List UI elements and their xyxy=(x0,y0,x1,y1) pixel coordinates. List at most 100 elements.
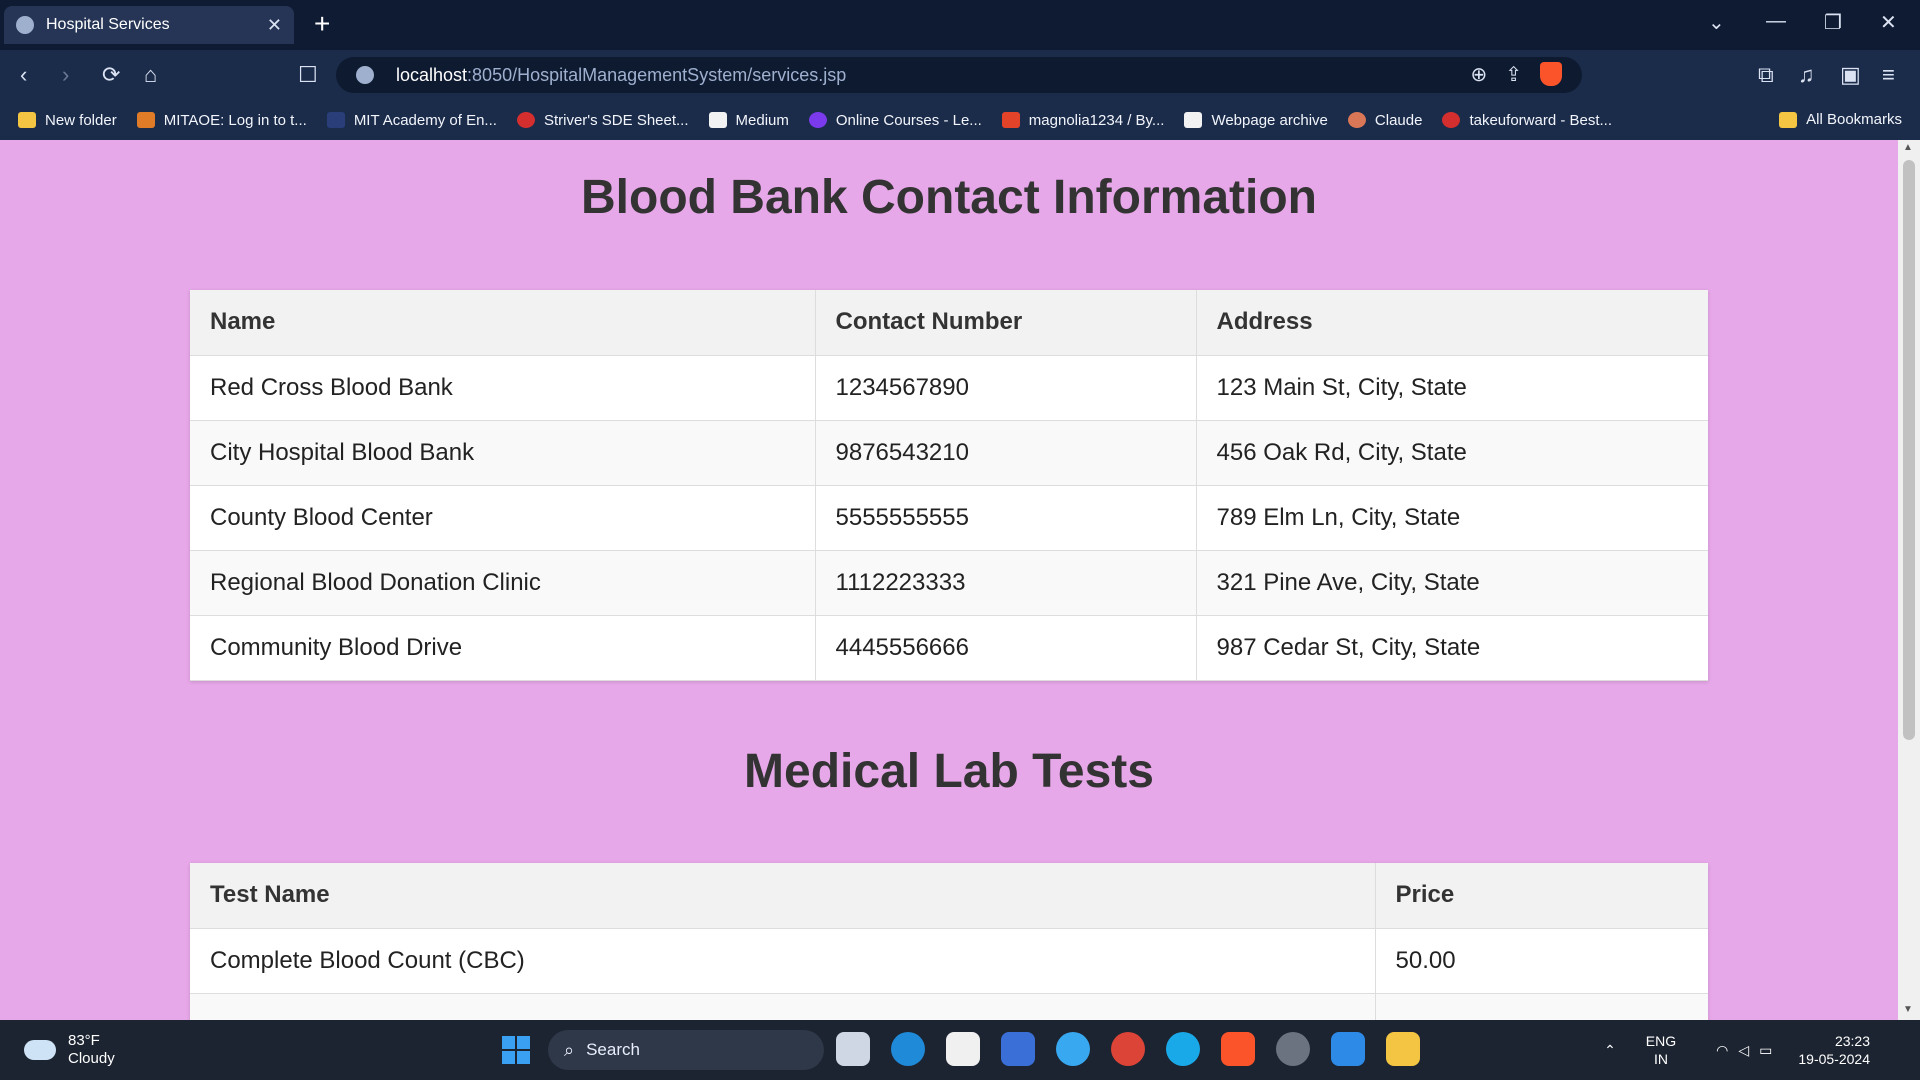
minimize-icon[interactable]: — xyxy=(1766,10,1786,33)
cell-address: 321 Pine Ave, City, State xyxy=(1196,550,1708,616)
bookmark-striver[interactable]: Striver's SDE Sheet... xyxy=(516,112,689,129)
bookmark-mitaoe[interactable]: MITAOE: Log in to t... xyxy=(136,112,307,129)
bookmark-new-folder[interactable]: New folder xyxy=(18,112,117,129)
settings-icon[interactable] xyxy=(1276,1032,1310,1066)
close-tab-icon[interactable]: ✕ xyxy=(267,15,282,36)
table-row: City Hospital Blood Bank 9876543210 456 … xyxy=(190,420,1708,486)
file-explorer-icon[interactable] xyxy=(1386,1032,1420,1066)
table-row: Community Blood Drive 4445556666 987 Ced… xyxy=(190,615,1708,681)
archive-icon xyxy=(1184,112,1203,128)
bookmark-magnolia[interactable]: magnolia1234 / By... xyxy=(1001,112,1164,129)
extensions-icon[interactable]: ⧉ xyxy=(1758,62,1774,88)
bookmark-icon[interactable]: ☐ xyxy=(298,62,318,88)
weather-widget[interactable]: 83°F Cloudy xyxy=(24,1032,115,1068)
bookmark-webpage-archive[interactable]: Webpage archive xyxy=(1184,112,1328,129)
back-icon[interactable]: ‹ xyxy=(20,62,27,88)
chrome-icon[interactable] xyxy=(1111,1032,1145,1066)
brave-shields-icon[interactable] xyxy=(1540,62,1562,86)
bookmark-mit-academy[interactable]: MIT Academy of En... xyxy=(326,112,497,129)
url-path: :8050/HospitalManagementSystem/services.… xyxy=(467,64,847,85)
help-icon[interactable] xyxy=(1056,1032,1090,1066)
weather-temperature: 83°F xyxy=(68,1032,100,1049)
page-content: Blood Bank Contact Information Name Cont… xyxy=(0,140,1898,1020)
restore-icon[interactable]: ❐ xyxy=(1824,10,1842,35)
wifi-icon[interactable]: ◠ xyxy=(1716,1042,1728,1059)
column-header-address: Address xyxy=(1196,290,1708,356)
zoom-icon[interactable]: ⊕ xyxy=(1470,62,1487,87)
cell-address: 987 Cedar St, City, State xyxy=(1196,615,1708,681)
windows-taskbar: 83°F Cloudy ⌕ Search ⌃ ENG IN ◠ ◁ ▭ 23:2… xyxy=(0,1020,1920,1080)
tab-title: Hospital Services xyxy=(46,16,170,33)
sidebar-icon[interactable]: ▣ xyxy=(1840,62,1861,88)
folder-icon xyxy=(18,112,36,128)
edge-icon[interactable] xyxy=(891,1032,925,1066)
scrollbar-thumb[interactable] xyxy=(1903,160,1915,740)
menu-icon[interactable]: ≡ xyxy=(1882,62,1895,88)
table-header-row: Name Contact Number Address xyxy=(190,290,1708,356)
search-icon: ⌕ xyxy=(564,1039,575,1060)
bookmarks-bar: New folder MITAOE: Log in to t... MIT Ac… xyxy=(0,100,1920,140)
share-icon[interactable]: ⇪ xyxy=(1505,62,1522,87)
column-header-contact: Contact Number xyxy=(815,290,1197,356)
task-view-icon[interactable] xyxy=(836,1032,870,1066)
clock[interactable]: 23:23 19-05-2024 xyxy=(1798,1032,1870,1068)
forward-icon[interactable]: › xyxy=(62,62,69,88)
mit-icon xyxy=(326,112,345,128)
start-button[interactable] xyxy=(502,1036,530,1064)
bookmark-medium[interactable]: Medium xyxy=(708,112,789,129)
close-window-icon[interactable]: ✕ xyxy=(1880,10,1897,35)
cortana-icon[interactable] xyxy=(1166,1032,1200,1066)
courses-icon xyxy=(808,112,827,128)
home-icon[interactable]: ⌂ xyxy=(144,62,157,88)
address-bar[interactable]: localhost:8050/HospitalManagementSystem/… xyxy=(336,57,1582,93)
battery-icon[interactable]: ▭ xyxy=(1759,1042,1772,1059)
new-tab-button[interactable]: + xyxy=(314,8,330,40)
all-bookmarks[interactable]: All Bookmarks xyxy=(1779,111,1902,128)
store-icon[interactable] xyxy=(946,1032,980,1066)
medium-icon xyxy=(708,112,727,128)
reload-icon[interactable]: ⟳ xyxy=(102,62,120,88)
site-info-icon[interactable] xyxy=(356,66,374,84)
cell-address: 789 Elm Ln, City, State xyxy=(1196,485,1708,551)
system-tray: ⌃ ENG IN ◠ ◁ ▭ 23:23 19-05-2024 xyxy=(1604,1020,1920,1080)
table-row xyxy=(190,993,1708,1020)
scroll-down-icon[interactable]: ▼ xyxy=(1903,1004,1913,1015)
claude-icon xyxy=(1347,112,1366,128)
media-icon[interactable]: ♫ xyxy=(1798,62,1815,88)
blood-bank-table: Name Contact Number Address Red Cross Bl… xyxy=(190,290,1708,681)
cell-price: 50.00 xyxy=(1375,928,1708,994)
mylp-icon[interactable] xyxy=(1001,1032,1035,1066)
lab-tests-table: Test Name Price Complete Blood Count (CB… xyxy=(190,863,1708,1020)
volume-icon[interactable]: ◁ xyxy=(1738,1042,1749,1059)
cloud-icon xyxy=(24,1040,56,1060)
show-hidden-icons-icon[interactable]: ⌃ xyxy=(1604,1042,1616,1059)
table-row: Red Cross Blood Bank 1234567890 123 Main… xyxy=(190,355,1708,421)
search-label: Search xyxy=(586,1040,640,1059)
cell-name: Regional Blood Donation Clinic xyxy=(190,550,816,616)
weather-condition: Cloudy xyxy=(68,1050,115,1067)
table-header-row: Test Name Price xyxy=(190,863,1708,929)
taskbar-search[interactable]: ⌕ Search xyxy=(548,1030,824,1070)
bookmark-claude[interactable]: Claude xyxy=(1347,112,1422,129)
vertical-scrollbar[interactable]: ▲ ▼ xyxy=(1898,140,1920,1020)
cell-name: Red Cross Blood Bank xyxy=(190,355,816,421)
mitaoe-icon xyxy=(136,112,155,128)
tuf-icon xyxy=(1442,112,1461,128)
language-indicator[interactable]: ENG IN xyxy=(1646,1032,1676,1068)
globe-icon xyxy=(16,16,34,34)
scroll-up-icon[interactable]: ▲ xyxy=(1903,142,1913,153)
lab-tests-heading: Medical Lab Tests xyxy=(744,745,1154,798)
cell-name: County Blood Center xyxy=(190,485,816,551)
bookmark-takeuforward[interactable]: takeuforward - Best... xyxy=(1442,112,1612,129)
bookmark-online-courses[interactable]: Online Courses - Le... xyxy=(808,112,982,129)
tab-search-chevron-icon[interactable]: ⌄ xyxy=(1708,10,1725,35)
cell-address: 123 Main St, City, State xyxy=(1196,355,1708,421)
cell-contact: 4445556666 xyxy=(815,615,1197,681)
brave-icon[interactable] xyxy=(1221,1032,1255,1066)
browser-titlebar: Hospital Services ✕ + ⌄ — ❐ ✕ xyxy=(0,0,1920,50)
column-header-price: Price xyxy=(1375,863,1708,929)
table-row: County Blood Center 5555555555 789 Elm L… xyxy=(190,485,1708,551)
tab-hospital-services[interactable]: Hospital Services ✕ xyxy=(4,6,294,44)
notepad-icon[interactable] xyxy=(1331,1032,1365,1066)
cell-address: 456 Oak Rd, City, State xyxy=(1196,420,1708,486)
